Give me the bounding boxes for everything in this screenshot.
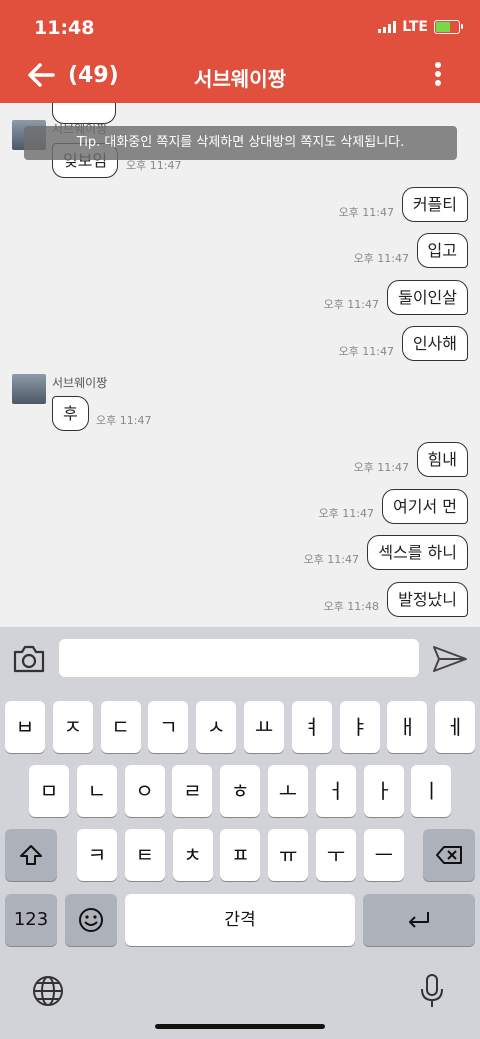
message-list[interactable]: 서브웨이짱 잊보임 오후 11:47 Tip. 대화중인 쪽지를 삭제하면 상대… (0, 103, 480, 627)
message-time: 오후 11:47 (353, 252, 409, 265)
avatar[interactable] (12, 374, 46, 404)
message-time: 오후 11:47 (338, 206, 394, 219)
message-bubble[interactable]: 후 (52, 396, 89, 431)
key-7[interactable]: ㅡ (363, 829, 404, 881)
network-label: LTE (402, 19, 428, 35)
key-2[interactable]: ㅌ (124, 829, 165, 881)
key-9[interactable]: ㅣ (411, 765, 452, 817)
message-time: 오후 11:47 (338, 345, 394, 358)
send-icon[interactable] (432, 645, 468, 673)
key-4[interactable]: ㄱ (148, 701, 189, 753)
message-time: 오후 11:47 (318, 507, 374, 520)
more-icon[interactable] (432, 62, 444, 92)
delete-icon (436, 846, 462, 864)
key-1[interactable]: ㅂ (5, 701, 45, 753)
message-bubble[interactable]: 인사해 (401, 326, 468, 361)
key-3[interactable]: ㅇ (124, 765, 165, 817)
status-icons: LTE (378, 19, 463, 35)
app-header: 11:48 LTE (49) 서브웨이짱 (0, 0, 480, 103)
home-indicator[interactable] (155, 1024, 325, 1029)
key-6[interactable]: ㅛ (244, 701, 284, 753)
message-bubble[interactable]: 발정났니 (387, 582, 468, 617)
message-time: 오후 11:48 (323, 600, 379, 613)
key-10[interactable]: ㅔ (435, 701, 476, 753)
globe-icon[interactable] (31, 974, 65, 1008)
message-bubble[interactable]: 입고 (416, 233, 468, 268)
keyboard: ㅂㅈㄷㄱㅅㅛㅕㅑㅐㅔ ㅁㄴㅇㄹㅎㅗㅓㅏㅣ ㅋㅌㅊㅍㅠㅜㅡ 123 간격 (0, 691, 480, 1039)
message-input[interactable] (59, 639, 419, 677)
key-6[interactable]: ㅜ (316, 829, 356, 881)
delete-key[interactable] (423, 829, 475, 881)
key-2[interactable]: ㄴ (76, 765, 117, 817)
tip-banner: Tip. 대화중인 쪽지를 삭제하면 상대방의 쪽지도 삭제됩니다. (24, 126, 457, 160)
key-3[interactable]: ㄷ (100, 701, 141, 753)
return-icon (409, 912, 429, 928)
message-time: 오후 11:47 (96, 414, 152, 427)
emoji-key[interactable] (65, 894, 117, 946)
return-key[interactable] (363, 894, 475, 946)
message-bubble[interactable]: 힘내 (416, 442, 468, 477)
key-5[interactable]: ㅠ (268, 829, 309, 881)
key-7[interactable]: ㅓ (315, 765, 356, 817)
key-1[interactable]: ㅁ (29, 765, 69, 817)
battery-icon (434, 20, 463, 34)
message-bubble[interactable]: 둘이인살 (387, 280, 468, 315)
shift-key[interactable] (5, 829, 57, 881)
key-1[interactable]: ㅋ (77, 829, 117, 881)
message-bubble[interactable]: 여기서 먼 (382, 489, 468, 524)
key-5[interactable]: ㅅ (196, 701, 237, 753)
key-8[interactable]: ㅑ (339, 701, 380, 753)
message-time: 오후 11:47 (303, 553, 359, 566)
key-9[interactable]: ㅐ (387, 701, 428, 753)
signal-icon (378, 21, 397, 33)
numbers-key[interactable]: 123 (5, 894, 57, 946)
status-time: 11:48 (34, 17, 95, 39)
camera-icon[interactable] (12, 643, 46, 675)
message-time: 오후 11:47 (323, 298, 379, 311)
space-key[interactable]: 간격 (125, 894, 355, 946)
key-2[interactable]: ㅈ (52, 701, 93, 753)
key-6[interactable]: ㅗ (268, 765, 308, 817)
message-time: 오후 11:47 (353, 461, 409, 474)
key-4[interactable]: ㄹ (172, 765, 213, 817)
sender-name: 서브웨이짱 (52, 376, 108, 390)
message-bubble[interactable]: 커플티 (401, 187, 468, 222)
key-3[interactable]: ㅊ (172, 829, 213, 881)
shift-icon (20, 845, 42, 865)
chat-title: 서브웨이짱 (194, 67, 286, 91)
key-4[interactable]: ㅍ (220, 829, 261, 881)
emoji-icon (79, 908, 103, 932)
key-5[interactable]: ㅎ (220, 765, 261, 817)
microphone-icon[interactable] (418, 973, 446, 1009)
key-7[interactable]: ㅕ (291, 701, 332, 753)
key-8[interactable]: ㅏ (363, 765, 404, 817)
message-bubble[interactable]: 섹스를 하니 (367, 535, 468, 570)
